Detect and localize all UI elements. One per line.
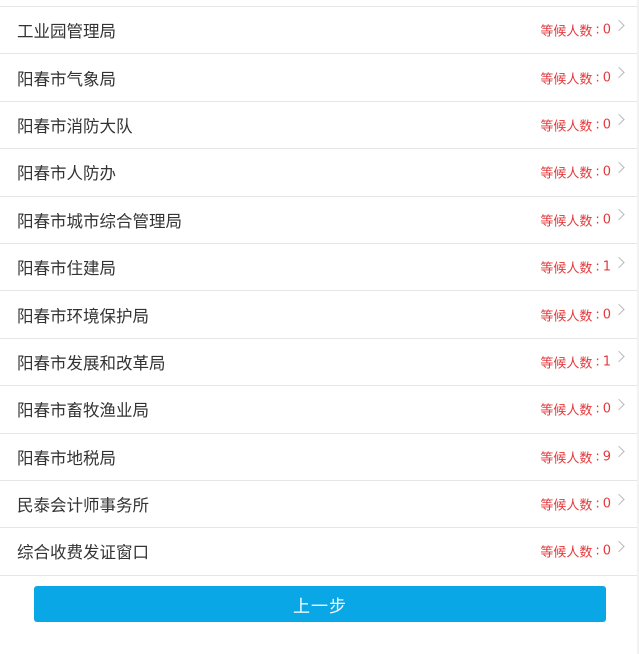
office-name: 阳春市人防办 bbox=[17, 164, 116, 184]
wait-count: 0 bbox=[602, 117, 611, 133]
office-name: 阳春市畜牧渔业局 bbox=[17, 401, 149, 421]
wait-count: 9 bbox=[602, 449, 611, 465]
wait-count: 1 bbox=[602, 259, 611, 275]
office-name: 阳春市地税局 bbox=[17, 448, 116, 468]
wait-colon: : bbox=[595, 22, 600, 38]
chevron-right-icon bbox=[613, 303, 625, 316]
wait-count: 1 bbox=[602, 354, 611, 370]
wait-count: 0 bbox=[602, 164, 611, 180]
wait-info: 等候人数 : 1 bbox=[540, 256, 625, 277]
office-name: 民泰会计师事务所 bbox=[17, 496, 149, 516]
wait-label: 等候人数 bbox=[540, 545, 593, 561]
wait-info: 等候人数 : 0 bbox=[540, 66, 625, 88]
wait-label: 等候人数 bbox=[540, 498, 593, 514]
list-item[interactable]: 阳春市城市综合管理局 等候人数 : 0 bbox=[0, 197, 639, 244]
wait-colon: : bbox=[595, 117, 600, 133]
wait-label: 等候人数 bbox=[540, 214, 593, 230]
wait-label: 等候人数 bbox=[540, 356, 593, 372]
chevron-right-icon bbox=[613, 446, 625, 458]
list-item[interactable]: 阳春市环境保护局 等候人数 : 0 bbox=[0, 291, 639, 339]
chevron-right-icon bbox=[613, 256, 625, 268]
wait-label: 等候人数 bbox=[540, 261, 593, 277]
office-name: 阳春市气象局 bbox=[17, 69, 116, 89]
list-item[interactable]: 阳春市地税局 等候人数 : 9 bbox=[0, 434, 639, 481]
wait-info: 等候人数 : 0 bbox=[540, 209, 625, 230]
wait-info: 等候人数 : 0 bbox=[540, 114, 625, 135]
chevron-right-icon bbox=[613, 209, 625, 221]
office-name: 阳春市消防大队 bbox=[17, 116, 133, 136]
list-item[interactable]: 阳春市发展和改革局 等候人数 : 1 bbox=[0, 339, 639, 387]
wait-colon: : bbox=[595, 543, 600, 559]
wait-count: 0 bbox=[602, 401, 611, 417]
chevron-right-icon bbox=[613, 493, 625, 505]
list-item[interactable]: 阳春市人防办 等候人数 : 0 bbox=[0, 149, 639, 197]
wait-colon: : bbox=[595, 70, 600, 86]
wait-count: 0 bbox=[602, 543, 611, 559]
office-list: 工业园管理局 等候人数 : 0 阳春市气象局 等候人数 : 0 阳春市消防大队 … bbox=[0, 7, 639, 576]
list-item[interactable]: 民泰会计师事务所 等候人数 : 0 bbox=[0, 481, 639, 529]
office-name: 阳春市住建局 bbox=[17, 259, 116, 279]
list-item[interactable]: 阳春市消防大队 等候人数 : 0 bbox=[0, 102, 639, 150]
wait-count: 0 bbox=[602, 22, 611, 38]
chevron-right-icon bbox=[613, 540, 625, 553]
wait-info: 等候人数 : 0 bbox=[540, 303, 625, 325]
chevron-right-icon bbox=[613, 19, 625, 31]
wait-info: 等候人数 : 0 bbox=[540, 493, 625, 514]
wait-count: 0 bbox=[602, 212, 611, 228]
list-item[interactable]: 阳春市畜牧渔业局 等候人数 : 0 bbox=[0, 386, 639, 434]
list-item[interactable]: 阳春市住建局 等候人数 : 1 bbox=[0, 244, 639, 292]
wait-info: 等候人数 : 0 bbox=[540, 540, 625, 561]
wait-info: 等候人数 : 1 bbox=[540, 351, 625, 372]
chevron-right-icon bbox=[613, 398, 625, 410]
wait-colon: : bbox=[595, 259, 600, 275]
wait-label: 等候人数 bbox=[540, 309, 593, 325]
chevron-right-icon bbox=[613, 114, 625, 126]
wait-label: 等候人数 bbox=[540, 119, 593, 135]
wait-count: 0 bbox=[602, 496, 611, 512]
wait-colon: : bbox=[595, 496, 600, 512]
wait-label: 等候人数 bbox=[540, 166, 593, 182]
chevron-right-icon bbox=[613, 351, 625, 363]
chevron-right-icon bbox=[613, 161, 625, 174]
wait-colon: : bbox=[595, 354, 600, 370]
wait-count: 0 bbox=[602, 307, 611, 323]
footer: 上一步 bbox=[34, 586, 606, 622]
wait-info: 等候人数 : 0 bbox=[540, 161, 625, 182]
office-name: 阳春市城市综合管理局 bbox=[17, 211, 182, 231]
wait-label: 等候人数 bbox=[540, 451, 593, 467]
list-item[interactable]: 综合收费发证窗口 等候人数 : 0 bbox=[0, 528, 639, 576]
office-name: 综合收费发证窗口 bbox=[17, 543, 149, 563]
list-item[interactable]: 阳春市气象局 等候人数 : 0 bbox=[0, 54, 639, 102]
wait-count: 0 bbox=[602, 70, 611, 86]
wait-colon: : bbox=[595, 307, 600, 323]
previous-step-button[interactable]: 上一步 bbox=[34, 586, 606, 622]
wait-colon: : bbox=[595, 212, 600, 228]
chevron-right-icon bbox=[613, 66, 625, 79]
wait-info: 等候人数 : 0 bbox=[540, 398, 625, 419]
wait-colon: : bbox=[595, 164, 600, 180]
list-item[interactable]: 工业园管理局 等候人数 : 0 bbox=[0, 7, 639, 55]
wait-label: 等候人数 bbox=[540, 24, 593, 40]
wait-info: 等候人数 : 9 bbox=[540, 446, 625, 467]
wait-info: 等候人数 : 0 bbox=[540, 19, 625, 40]
office-name: 阳春市环境保护局 bbox=[17, 306, 149, 326]
office-name: 阳春市发展和改革局 bbox=[17, 353, 166, 373]
wait-colon: : bbox=[595, 401, 600, 417]
wait-label: 等候人数 bbox=[540, 403, 593, 419]
wait-label: 等候人数 bbox=[540, 72, 593, 88]
office-name: 工业园管理局 bbox=[17, 22, 116, 42]
wait-colon: : bbox=[595, 449, 600, 465]
